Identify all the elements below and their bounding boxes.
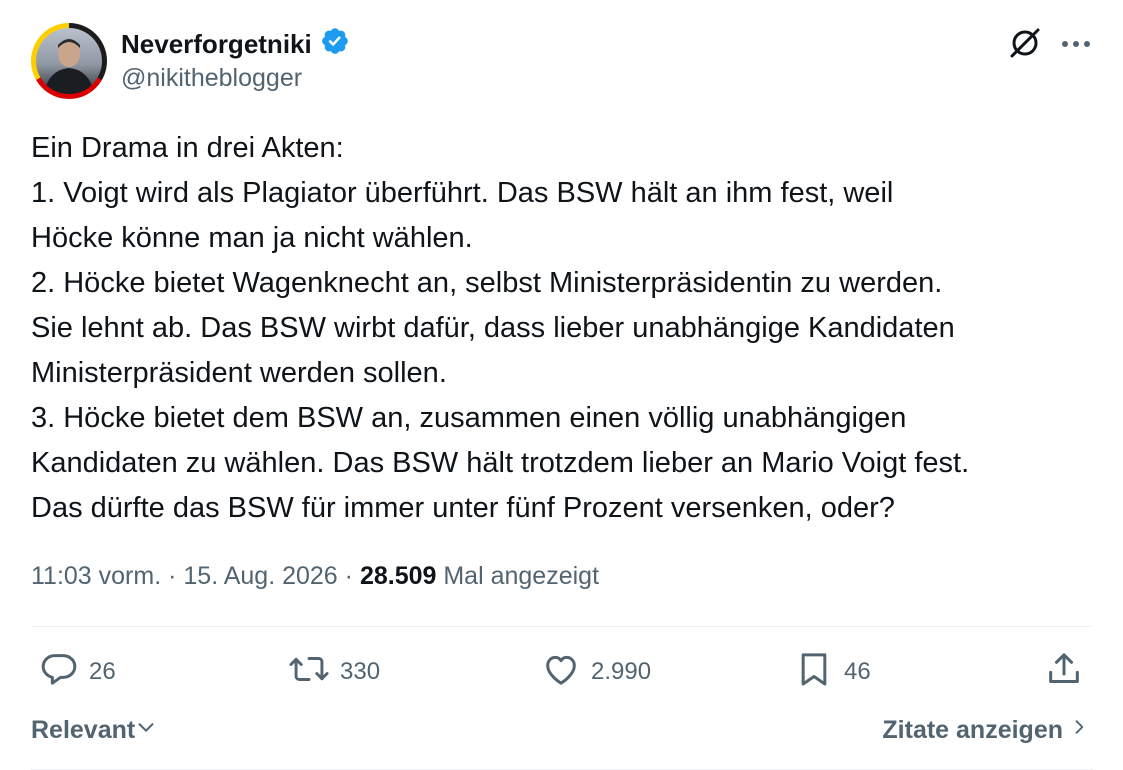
more-options-icon[interactable] <box>1060 36 1092 54</box>
author-handle[interactable]: @nikitheblogger <box>121 64 302 93</box>
meta-separator: · <box>168 562 177 590</box>
tweet-line: Ein Drama in drei Akten: <box>31 132 344 164</box>
chevron-right-icon <box>1069 716 1089 745</box>
sort-label: Relevant <box>31 716 136 744</box>
bookmark-icon <box>794 649 834 696</box>
tweet-line: Ministerpräsident werden sollen. <box>31 357 447 389</box>
avatar-photo <box>36 28 102 94</box>
views-count: 28.509 <box>359 562 437 590</box>
grok-icon[interactable] <box>1007 25 1043 66</box>
tweet-line: 2. Höcke bietet Wagenknecht an, selbst M… <box>31 267 943 299</box>
share-button[interactable] <box>1044 650 1084 694</box>
tweet-line: 3. Höcke bietet dem BSW an, zusammen ein… <box>31 402 907 434</box>
reply-icon <box>39 649 79 696</box>
reply-button[interactable]: 26 <box>39 650 116 694</box>
meta-separator: · <box>344 562 353 590</box>
heart-icon <box>541 649 581 696</box>
views-label: Mal angezeigt <box>443 562 600 590</box>
tweet-line: Das dürfte das BSW für immer unter fünf … <box>31 492 895 524</box>
tweet-date[interactable]: 15. Aug. 2026 <box>183 562 337 590</box>
tweet-line: 1. Voigt wird als Plagiator überführt. D… <box>31 177 894 209</box>
tweet-meta: 11:03 vorm. · 15. Aug. 2026 · 28.509 Mal… <box>31 562 599 591</box>
repost-button[interactable]: 330 <box>288 650 380 694</box>
tweet-line: Höcke könne man ja nicht wählen. <box>31 222 473 254</box>
chevron-down-icon <box>135 716 157 745</box>
bookmark-button[interactable]: 46 <box>794 650 871 694</box>
display-name[interactable]: Neverforgetniki <box>121 29 312 60</box>
tweet-line: Sie lehnt ab. Das BSW wirbt dafür, dass … <box>31 312 955 344</box>
tweet-text: Ein Drama in drei Akten: 1. Voigt wird a… <box>31 126 1101 531</box>
reply-count: 26 <box>89 658 116 685</box>
author-name-row: Neverforgetniki <box>121 26 350 63</box>
like-count: 2.990 <box>591 658 652 685</box>
quotes-label: Zitate anzeigen <box>882 716 1063 744</box>
avatar[interactable] <box>31 23 107 99</box>
share-icon <box>1044 649 1084 696</box>
like-button[interactable]: 2.990 <box>541 650 651 694</box>
sort-dropdown[interactable]: Relevant <box>31 716 157 745</box>
tweet-line: Kandidaten zu wählen. Das BSW hält trotz… <box>31 447 970 479</box>
bookmark-count: 46 <box>844 658 871 685</box>
repost-icon <box>288 649 330 696</box>
verified-badge-icon <box>320 26 350 63</box>
repost-count: 330 <box>340 658 381 685</box>
divider <box>31 626 1093 627</box>
view-quotes-link[interactable]: Zitate anzeigen <box>882 716 1089 745</box>
tweet-time[interactable]: 11:03 vorm. <box>31 562 161 590</box>
